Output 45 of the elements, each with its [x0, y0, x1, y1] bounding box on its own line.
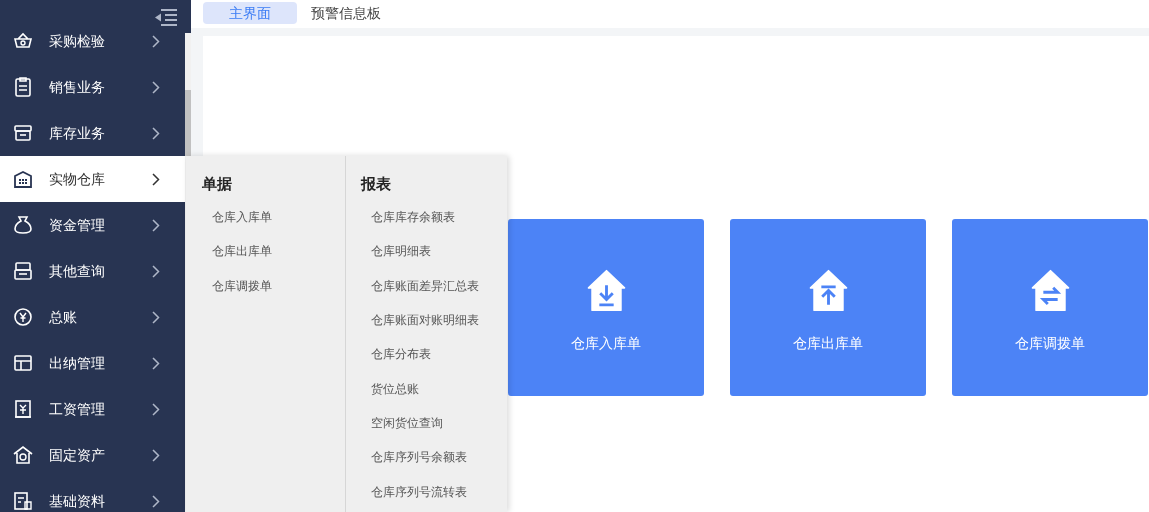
chevron-right-icon — [152, 264, 160, 278]
submenu-link[interactable]: 仓库序列号余额表 — [361, 443, 467, 478]
submenu-link[interactable]: 仓库序列号流转表 — [361, 477, 467, 512]
submenu-link[interactable]: 空闲货位查询 — [361, 408, 443, 444]
menu-icon — [12, 398, 34, 420]
shortcut-card[interactable]: 仓库入库单 — [508, 219, 704, 396]
menu-icon — [12, 76, 34, 98]
submenu-link[interactable]: 货位总账 — [361, 374, 419, 409]
menu-icon — [12, 214, 34, 236]
menu-icon — [12, 306, 34, 328]
chevron-right-icon — [152, 448, 160, 462]
chevron-right-icon — [152, 402, 160, 416]
chevron-right-icon — [152, 218, 160, 232]
submenu-link[interactable]: 仓库账面对账明细表 — [361, 306, 479, 341]
submenu-link[interactable]: 仓库库存余额表 — [361, 203, 455, 238]
shortcut-card[interactable]: 仓库出库单 — [730, 219, 926, 396]
column-heading: 单据 — [202, 174, 232, 194]
warehouse-icon — [807, 269, 849, 312]
chevron-right-icon — [152, 80, 160, 94]
warehouse-icon — [585, 269, 627, 312]
menu-icon — [12, 352, 34, 374]
chevron-right-icon — [152, 126, 160, 140]
submenu-link[interactable]: 仓库明细表 — [361, 237, 431, 272]
tab[interactable]: 预警信息板 — [303, 2, 389, 24]
scrollbar-thumb[interactable] — [185, 90, 191, 156]
chevron-right-icon — [152, 172, 160, 186]
sidebar-item[interactable]: 实物仓库 — [0, 156, 185, 202]
submenu-link[interactable]: 仓库账面差异汇总表 — [361, 271, 479, 306]
menu-icon — [12, 490, 34, 512]
menu-collapse-icon[interactable] — [155, 9, 177, 26]
shortcut-card[interactable]: 仓库调拨单 — [952, 219, 1148, 396]
menu-icon — [12, 444, 34, 466]
chevron-right-icon — [152, 494, 160, 508]
menu-icon — [12, 168, 34, 190]
chevron-right-icon — [152, 310, 160, 324]
chevron-right-icon — [152, 356, 160, 370]
submenu-link[interactable]: 仓库调拨单 — [202, 271, 272, 307]
column-heading: 报表 — [361, 174, 391, 194]
menu-icon — [12, 260, 34, 282]
submenu-link[interactable]: 仓库入库单 — [202, 203, 272, 238]
submenu-link[interactable]: 仓库分布表 — [361, 340, 431, 375]
menu-icon — [12, 122, 34, 144]
warehouse-icon — [1029, 269, 1071, 312]
submenu-link[interactable]: 仓库出库单 — [202, 237, 272, 272]
chevron-right-icon — [152, 34, 160, 48]
